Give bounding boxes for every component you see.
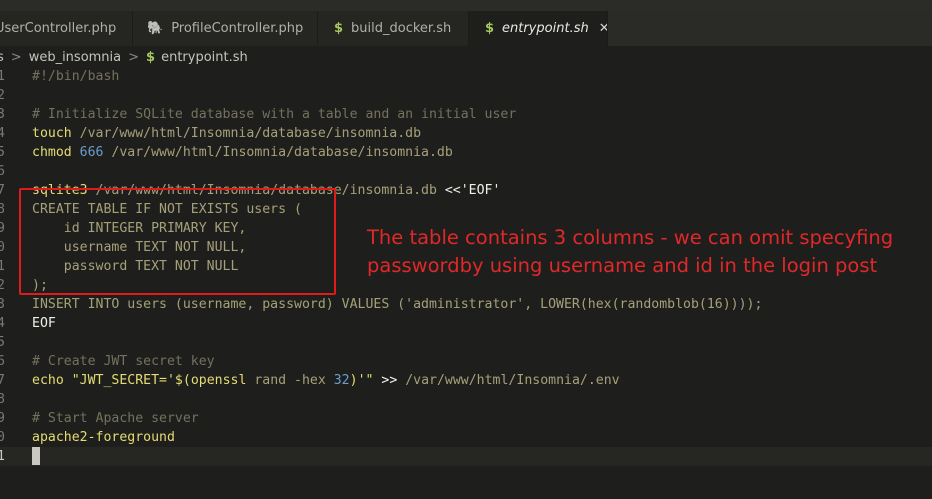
line-number: 4 [0, 316, 5, 331]
breadcrumb-folder[interactable]: web_insomnia [29, 50, 121, 65]
code-line: 1 #!/bin/bash [0, 67, 932, 86]
editor-tab-bar: UserController.php 🐘 ProfileController.p… [0, 11, 932, 46]
line-number: 6 [0, 354, 5, 369]
code-line: 9 # Start Apache server [0, 409, 932, 428]
chevron-right-icon: > [10, 49, 22, 65]
line-number: 1 [0, 259, 5, 274]
line-number: 9 [0, 221, 5, 236]
code-line: 5 chmod 666 /var/www/html/Insomnia/databa… [0, 143, 932, 162]
chevron-right-icon: > [128, 49, 140, 65]
code-line: 6 [0, 162, 932, 181]
line-number: 5 [0, 145, 5, 160]
line-number: 0 [0, 240, 5, 255]
shell-icon: $ [485, 21, 495, 36]
code-line: 4 EOF [0, 314, 932, 333]
annotation-line-2: passwordby using username and id in the … [367, 254, 878, 277]
line-number: 2 [0, 278, 5, 293]
line-number: 6 [0, 164, 5, 179]
line-number: 0 [0, 430, 5, 445]
tab-profilecontroller[interactable]: 🐘 ProfileController.php [133, 11, 318, 46]
shell-icon: $ [334, 21, 344, 36]
line-number: 2 [0, 88, 5, 103]
annotation-highlight-box [19, 188, 336, 295]
line-number: 3 [0, 297, 5, 312]
tab-label: build_docker.sh [351, 21, 452, 36]
window-top-bar [0, 0, 932, 11]
code-line: 7 echo "JWT_SECRET='$(openssl rand -hex 3… [0, 371, 932, 390]
code-line: 6 # Create JWT secret key [0, 352, 932, 371]
close-icon[interactable]: ✕ [599, 21, 607, 36]
breadcrumb: s > web_insomnia > $ entrypoint.sh [0, 46, 932, 68]
line-number: 9 [0, 411, 5, 426]
tab-label: entrypoint.sh [502, 21, 589, 36]
tab-label: ProfileController.php [171, 21, 304, 36]
line-number: 7 [0, 183, 5, 198]
code-line: 4 touch /var/www/html/Insomnia/database/i… [0, 124, 932, 143]
tab-label: UserController.php [0, 21, 117, 36]
line-number: 8 [0, 202, 5, 217]
code-line-current: 1 [0, 447, 932, 466]
php-icon: 🐘 [147, 21, 164, 36]
line-number: 3 [0, 107, 5, 122]
line-number: 5 [0, 335, 5, 350]
line-number: 8 [0, 392, 5, 407]
shell-icon: $ [146, 49, 156, 65]
breadcrumb-prefix[interactable]: s [0, 50, 4, 65]
line-number: 4 [0, 126, 5, 141]
line-number: 7 [0, 373, 5, 388]
code-line: 3 # Initialize SQLite database with a tab… [0, 105, 932, 124]
tab-usercontroller[interactable]: UserController.php [0, 11, 133, 46]
code-line: 0 apache2-foreground [0, 428, 932, 447]
code-line: 2 [0, 86, 932, 105]
annotation-line-1: The table contains 3 columns - we can om… [367, 226, 894, 249]
breadcrumb-file[interactable]: entrypoint.sh [161, 50, 248, 65]
text-cursor [32, 447, 40, 465]
code-line: 5 [0, 333, 932, 352]
line-number: 1 [0, 69, 5, 84]
code-line: 8 [0, 390, 932, 409]
code-line: 3 INSERT INTO users (username, password) … [0, 295, 932, 314]
annotation-note: The table contains 3 columns - we can om… [367, 224, 927, 280]
tab-build-docker[interactable]: $ build_docker.sh [318, 11, 469, 46]
line-number: 1 [0, 449, 5, 464]
tab-entrypoint[interactable]: $ entrypoint.sh ✕ [469, 11, 608, 46]
